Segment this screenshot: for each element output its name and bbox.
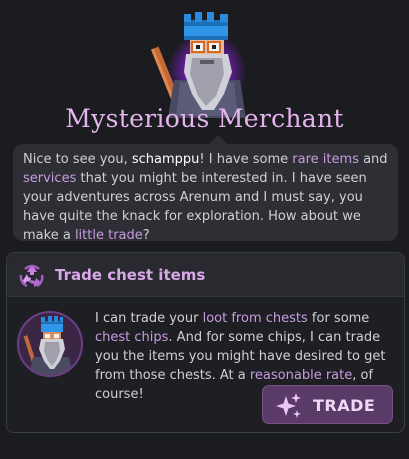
merchant-dialog: Nice to see you, schamppu! I have some r… <box>13 135 398 243</box>
sparkle-icon <box>276 393 301 418</box>
trade-card-title: Trade chest items <box>55 266 206 284</box>
merchant-avatar <box>17 311 83 377</box>
player-name: schamppu <box>131 152 200 167</box>
trade-highlight: chest chips <box>95 330 169 345</box>
dialog-highlight: services <box>23 171 77 186</box>
trade-button-label: TRADE <box>313 396 376 415</box>
merchant-avatar-icon <box>23 316 73 375</box>
trade-card-header: Trade chest items <box>7 253 404 297</box>
dialog-highlight: little trade <box>74 228 143 243</box>
page-title: Mysterious Merchant <box>65 104 344 133</box>
trade-highlight: loot from chests <box>202 311 308 326</box>
trade-button[interactable]: TRADE <box>262 385 393 424</box>
dialog-highlight: rare items <box>292 152 359 167</box>
trade-highlight: reasonable rate <box>249 368 353 383</box>
trade-card: Trade chest items I can trade your loot … <box>6 252 405 433</box>
dialog-text: Nice to see you, schamppu! I have some r… <box>23 152 388 243</box>
recycle-icon <box>19 264 44 288</box>
